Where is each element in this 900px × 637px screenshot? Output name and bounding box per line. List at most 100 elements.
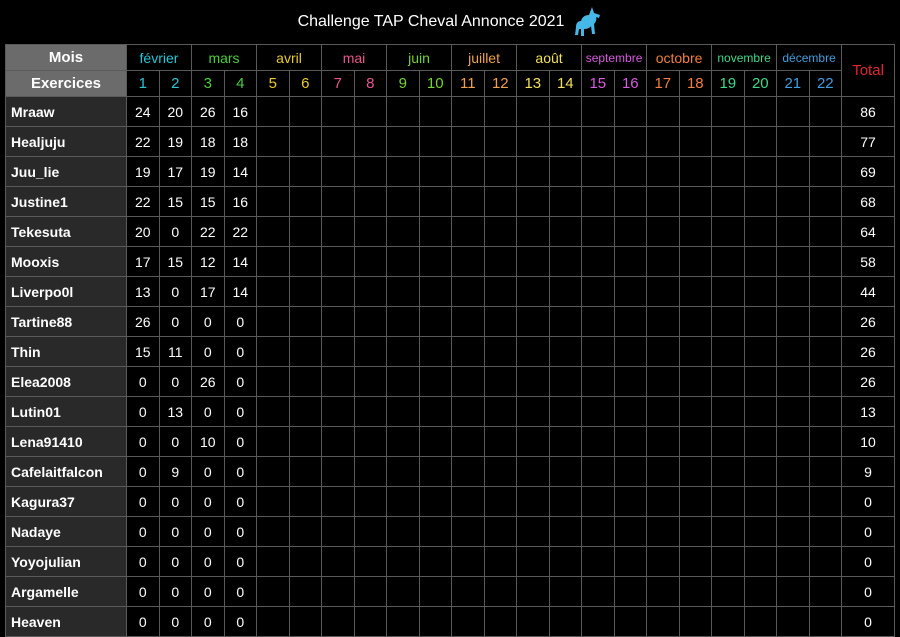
total-cell: 68 [841, 186, 896, 217]
score-cell [613, 516, 648, 547]
score-cell [483, 546, 518, 577]
score-cell [353, 606, 388, 637]
score-cell [353, 276, 388, 307]
score-cell [451, 336, 485, 367]
score-cell [483, 426, 518, 457]
score-cell [256, 336, 290, 367]
score-cell [256, 96, 290, 127]
score-cell [483, 606, 518, 637]
score-cell: 26 [191, 366, 225, 397]
score-cell: 10 [191, 426, 225, 457]
score-cell [451, 396, 485, 427]
score-cell [288, 276, 323, 307]
exercise-header-22: 22 [808, 70, 843, 97]
exercise-header-21: 21 [776, 70, 810, 97]
score-cell: 0 [158, 216, 192, 247]
exercise-header-20: 20 [743, 70, 778, 97]
participant-name: Elea2008 [5, 366, 127, 397]
score-cell [418, 276, 453, 307]
score-cell [678, 156, 713, 187]
score-cell [451, 246, 485, 277]
score-cell [678, 276, 713, 307]
score-cell [288, 246, 323, 277]
participant-name: Juu_lie [5, 156, 127, 187]
score-cell [256, 306, 290, 337]
score-cell [321, 186, 355, 217]
score-cell: 14 [223, 246, 257, 277]
score-cell: 22 [191, 216, 225, 247]
score-cell [808, 276, 843, 307]
participant-name: Liverpo0l [5, 276, 127, 307]
score-cell: 0 [126, 426, 160, 457]
score-cell [516, 276, 550, 307]
score-cell [711, 126, 745, 157]
score-cell [451, 516, 485, 547]
score-cell: 0 [191, 516, 225, 547]
exercise-header-5: 5 [256, 70, 290, 97]
score-cell [451, 456, 485, 487]
score-cell [321, 246, 355, 277]
score-cell: 20 [126, 216, 160, 247]
score-cell [516, 366, 550, 397]
score-cell [321, 216, 355, 247]
score-cell: 0 [126, 606, 160, 637]
score-cell [776, 366, 810, 397]
table-row: Yoyojulian 0 0 0 0 0 [5, 546, 896, 577]
score-cell: 13 [126, 276, 160, 307]
score-cell [516, 96, 550, 127]
score-cell [451, 486, 485, 517]
table-body: Mraaw 24 20 26 16 86 Healjuju 22 19 18 18 77 Juu_lie… [5, 96, 896, 637]
score-cell: 0 [126, 516, 160, 547]
exercise-header-19: 19 [711, 70, 745, 97]
score-cell [678, 426, 713, 457]
participant-name: Healjuju [5, 126, 127, 157]
score-cell [581, 246, 615, 277]
score-cell [678, 96, 713, 127]
score-cell [451, 216, 485, 247]
score-cell [646, 126, 680, 157]
score-cell [288, 366, 323, 397]
score-cell [418, 396, 453, 427]
score-cell [516, 336, 550, 367]
score-cell [548, 426, 583, 457]
score-cell [711, 246, 745, 277]
month-header-octobre: octobre [646, 44, 713, 71]
score-cell [516, 216, 550, 247]
participant-name: Kagura37 [5, 486, 127, 517]
score-cell [321, 336, 355, 367]
score-cell [516, 486, 550, 517]
score-cell: 0 [126, 366, 160, 397]
score-cell [743, 246, 778, 277]
score-cell: 0 [158, 366, 192, 397]
score-cell: 0 [158, 486, 192, 517]
score-cell [386, 156, 420, 187]
score-cell: 0 [191, 546, 225, 577]
score-cell [451, 126, 485, 157]
score-cell [321, 156, 355, 187]
score-cell [321, 606, 355, 637]
score-cell [516, 516, 550, 547]
score-cell [321, 546, 355, 577]
score-cell [678, 456, 713, 487]
score-cell: 0 [191, 576, 225, 607]
score-cell: 16 [223, 186, 257, 217]
score-cell [613, 336, 648, 367]
score-cell [256, 486, 290, 517]
score-cell [711, 186, 745, 217]
score-cell [288, 486, 323, 517]
score-cell: 0 [158, 306, 192, 337]
score-cell: 15 [158, 246, 192, 277]
score-cell [711, 486, 745, 517]
score-cell: 19 [191, 156, 225, 187]
month-header-juillet: juillet [451, 44, 518, 71]
participant-name: Tekesuta [5, 216, 127, 247]
score-cell [678, 126, 713, 157]
score-cell: 17 [126, 246, 160, 277]
score-cell [743, 156, 778, 187]
score-cell [386, 546, 420, 577]
score-cell [288, 456, 323, 487]
score-cell: 0 [158, 426, 192, 457]
score-cell [581, 276, 615, 307]
score-cell: 0 [126, 456, 160, 487]
score-cell [581, 546, 615, 577]
